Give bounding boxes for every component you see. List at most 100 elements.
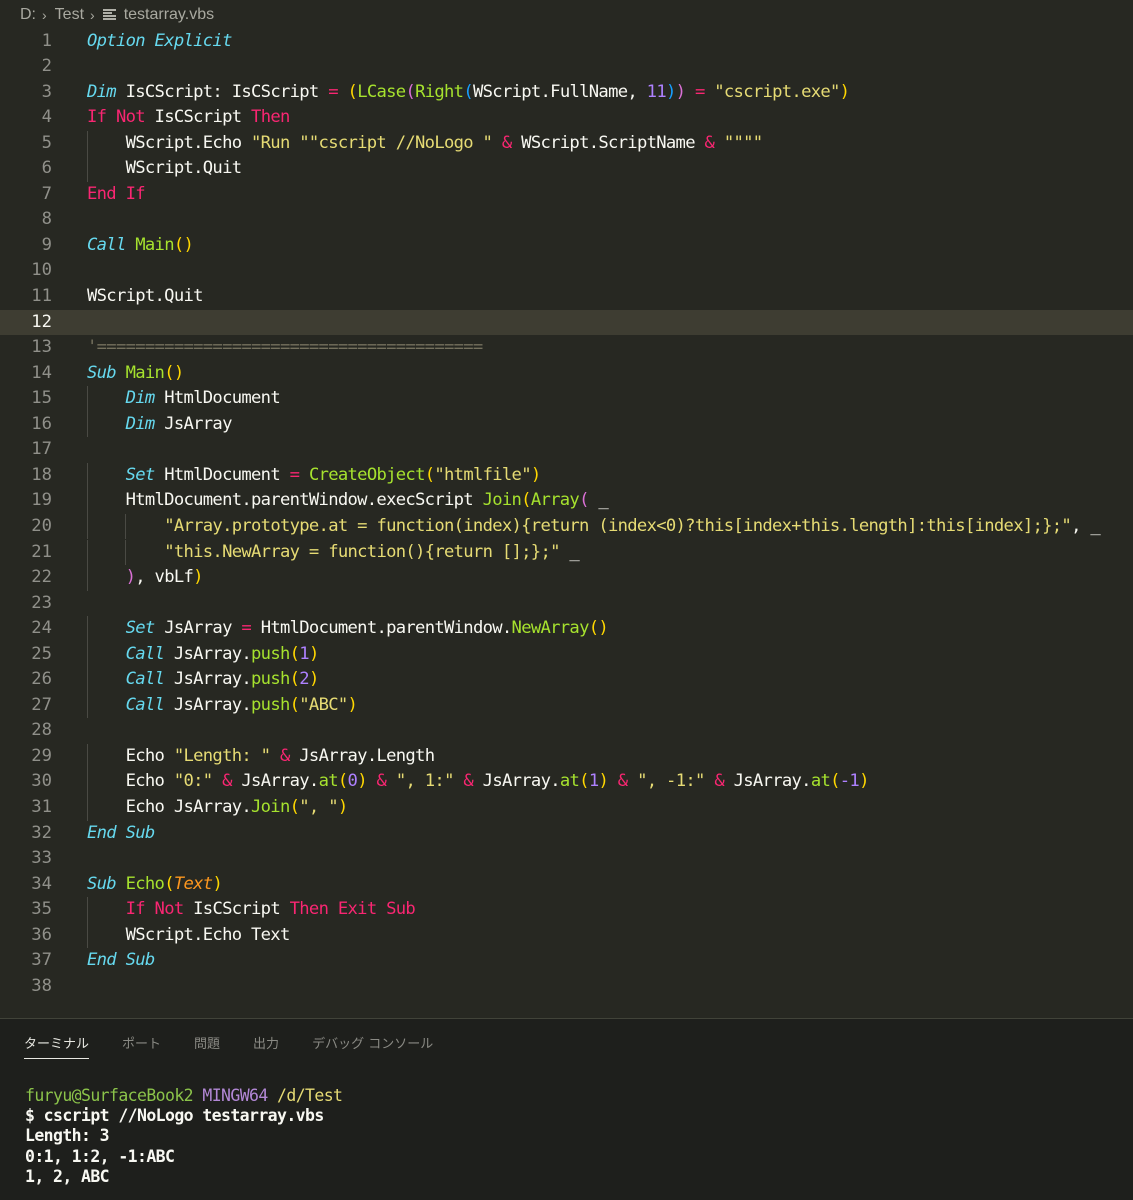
line-number[interactable]: 35 <box>0 897 52 923</box>
code-line[interactable]: 25 Call JsArray.push(1) <box>0 641 1133 668</box>
line-number[interactable]: 21 <box>0 540 52 566</box>
code-line[interactable]: 38 <box>0 974 1133 1000</box>
line-number[interactable]: 5 <box>0 131 52 157</box>
line-number[interactable]: 32 <box>0 821 52 847</box>
line-number[interactable]: 36 <box>0 923 52 949</box>
breadcrumb-drive[interactable]: D: <box>20 6 36 24</box>
breadcrumb-file[interactable]: testarray.vbs <box>124 6 214 24</box>
line-number[interactable]: 26 <box>0 667 52 693</box>
code-line[interactable]: 23 <box>0 591 1133 617</box>
code-line[interactable]: 7 End If <box>0 182 1133 208</box>
panel-tab[interactable]: 問題 <box>194 1033 220 1059</box>
code-line[interactable]: 3 Dim IsCScript: IsCScript = (LCase(Right… <box>0 80 1133 106</box>
line-number[interactable]: 27 <box>0 693 52 719</box>
line-number[interactable]: 30 <box>0 769 52 795</box>
code-line[interactable]: 10 <box>0 258 1133 284</box>
code-line[interactable]: 5 WScript.Echo "Run ""cscript //NoLogo "… <box>0 130 1133 157</box>
line-number[interactable]: 3 <box>0 80 52 106</box>
code-line[interactable]: 18 Set HtmlDocument = CreateObject("html… <box>0 462 1133 489</box>
code-line[interactable]: 17 <box>0 437 1133 463</box>
line-number[interactable]: 29 <box>0 744 52 770</box>
code-line[interactable]: 34 Sub Echo(Text) <box>0 872 1133 898</box>
code-line[interactable]: 32 End Sub <box>0 821 1133 847</box>
line-number[interactable]: 16 <box>0 412 52 438</box>
line-number[interactable]: 34 <box>0 872 52 898</box>
panel-tab[interactable]: デバッグ コンソール <box>312 1033 433 1059</box>
line-number[interactable]: 38 <box>0 974 52 1000</box>
code-line[interactable]: 24 Set JsArray = HtmlDocument.parentWind… <box>0 616 1133 642</box>
line-number[interactable]: 20 <box>0 514 52 540</box>
line-number[interactable]: 7 <box>0 182 52 208</box>
code-token: ( <box>424 464 435 485</box>
code-line[interactable]: 28 <box>0 718 1133 744</box>
code-line[interactable]: 14 Sub Main() <box>0 361 1133 387</box>
code-line[interactable]: 12 <box>0 309 1133 336</box>
line-number[interactable]: 2 <box>0 54 52 80</box>
line-number[interactable]: 8 <box>0 207 52 233</box>
code-line[interactable]: 33 <box>0 846 1133 872</box>
line-number[interactable]: 10 <box>0 258 52 284</box>
terminal-output[interactable]: furyu@SurfaceBook2 MINGW64 /d/Test $ csc… <box>25 1086 343 1187</box>
code-line[interactable]: 20 "Array.prototype.at = function(index)… <box>0 513 1133 540</box>
code-line[interactable]: 37 End Sub <box>0 948 1133 974</box>
line-number[interactable]: 19 <box>0 488 52 514</box>
code-line[interactable]: 16 Dim JsArray <box>0 411 1133 438</box>
code-line[interactable]: 27 Call JsArray.push("ABC") <box>0 692 1133 719</box>
code-line[interactable]: 22 ), vbLf) <box>0 565 1133 591</box>
line-number[interactable]: 31 <box>0 795 52 821</box>
code-token: HtmlDocument.parentWindow.execScript <box>87 490 483 511</box>
code-line[interactable]: 8 <box>0 207 1133 233</box>
code-line[interactable]: 26 Call JsArray.push(2) <box>0 667 1133 693</box>
code-line[interactable]: 1 Option Explicit <box>0 29 1133 55</box>
code-token: ) <box>193 567 203 588</box>
line-number[interactable]: 22 <box>0 565 52 591</box>
line-number[interactable]: 24 <box>0 616 52 642</box>
line-number[interactable]: 1 <box>0 29 52 55</box>
line-number[interactable]: 6 <box>0 156 52 182</box>
line-number[interactable]: 37 <box>0 948 52 974</box>
code-line[interactable]: 4 If Not IsCScript Then <box>0 105 1133 131</box>
code-line[interactable]: 13 '=====================================… <box>0 335 1133 361</box>
code-text: If Not IsCScript Then Exit Sub <box>87 897 416 923</box>
code-line[interactable]: 30 Echo "0:" & JsArray.at(0) & ", 1:" & … <box>0 769 1133 795</box>
line-number[interactable]: 25 <box>0 642 52 668</box>
line-number[interactable]: 4 <box>0 105 52 131</box>
code-line[interactable]: 19 HtmlDocument.parentWindow.execScript … <box>0 488 1133 514</box>
code-editor[interactable]: 1 Option Explicit 2 3 Dim IsCScript: IsCScri… <box>0 28 1133 1018</box>
line-number[interactable]: 11 <box>0 284 52 310</box>
code-line[interactable]: 21 "this.NewArray = function(){return []… <box>0 539 1133 566</box>
code-line[interactable]: 11 WScript.Quit <box>0 284 1133 310</box>
line-number[interactable]: 17 <box>0 437 52 463</box>
code-token: & <box>617 771 628 792</box>
code-line[interactable]: 2 <box>0 54 1133 80</box>
line-number[interactable]: 9 <box>0 233 52 259</box>
line-number[interactable]: 14 <box>0 361 52 387</box>
panel-tab[interactable]: 出力 <box>253 1033 279 1059</box>
code-token: Main <box>125 362 165 383</box>
line-number[interactable]: 13 <box>0 335 52 361</box>
line-number[interactable]: 15 <box>0 386 52 412</box>
code-line[interactable]: 29 Echo "Length: " & JsArray.Length <box>0 743 1133 770</box>
code-token: ) <box>598 771 609 792</box>
breadcrumb-folder[interactable]: Test <box>55 6 84 24</box>
code-token: & <box>704 132 715 153</box>
line-number[interactable]: 12 <box>0 310 52 336</box>
line-number[interactable]: 28 <box>0 718 52 744</box>
panel-tab[interactable]: ポート <box>122 1033 161 1059</box>
line-number[interactable]: 18 <box>0 463 52 489</box>
code-line[interactable]: 36 WScript.Echo Text <box>0 922 1133 949</box>
code-token: = <box>289 464 300 485</box>
code-line[interactable]: 15 Dim HtmlDocument <box>0 386 1133 412</box>
code-line[interactable]: 35 If Not IsCScript Then Exit Sub <box>0 897 1133 923</box>
line-number[interactable]: 33 <box>0 846 52 872</box>
code-line[interactable]: 31 Echo JsArray.Join(", ") <box>0 795 1133 821</box>
line-number[interactable]: 23 <box>0 591 52 617</box>
panel-tab[interactable]: ターミナル <box>24 1033 90 1059</box>
code-line[interactable]: 6 WScript.Quit <box>0 156 1133 182</box>
code-token: push <box>251 669 290 690</box>
code-line[interactable]: 9 Call Main() <box>0 233 1133 259</box>
